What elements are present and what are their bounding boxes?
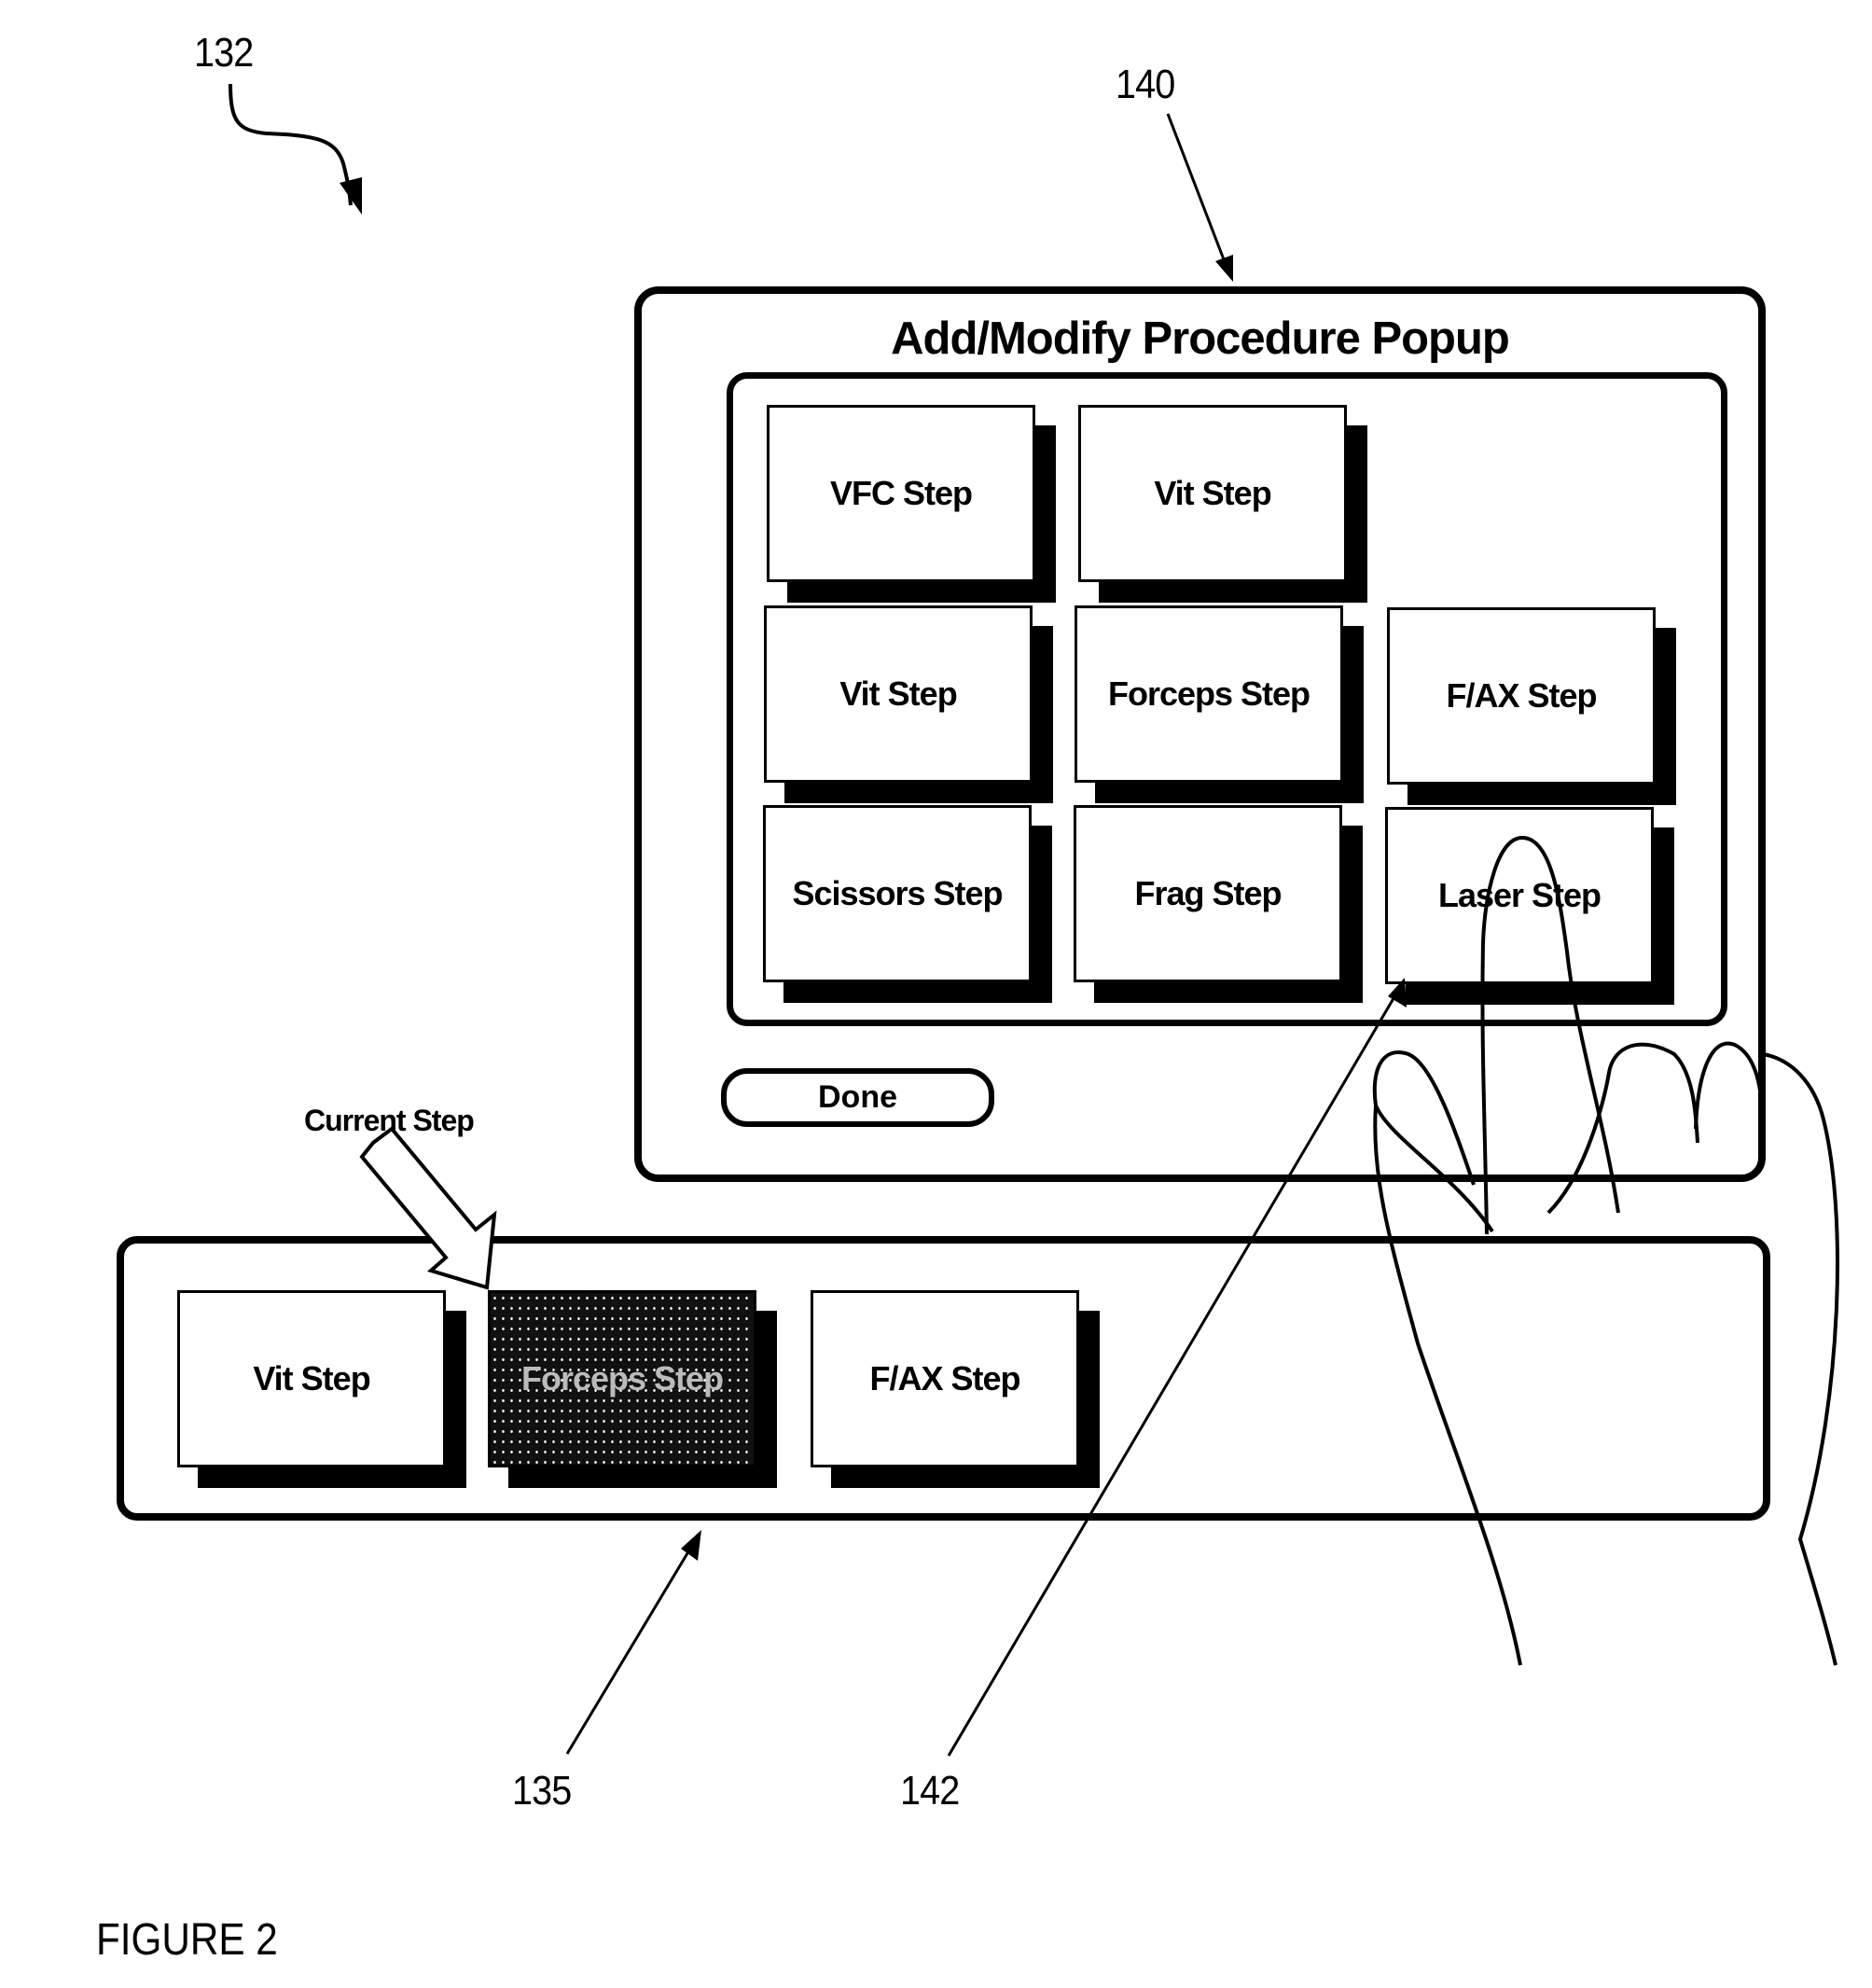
add-modify-procedure-popup: Add/Modify Procedure Popup VFC Step Vit … <box>634 286 1766 1182</box>
step-button-scissors[interactable]: Scissors Step <box>763 805 1032 982</box>
leader-line-135 <box>565 1548 692 1755</box>
strip-step-forceps-current[interactable]: Forceps Step <box>488 1290 756 1467</box>
arrowhead-140 <box>1215 255 1233 282</box>
step-button-vit[interactable]: Vit Step <box>1078 405 1347 582</box>
step-button-grid: VFC Step Vit Step Vit Step Forceps Step … <box>727 372 1727 1026</box>
ref-numeral-132: 132 <box>194 30 254 76</box>
ref-numeral-140: 140 <box>1116 62 1175 107</box>
step-button-vit-2[interactable]: Vit Step <box>764 605 1033 783</box>
ref-numeral-142: 142 <box>900 1768 960 1814</box>
leader-line-140 <box>1166 113 1228 268</box>
ref-numeral-135: 135 <box>512 1768 572 1814</box>
step-button-laser[interactable]: Laser Step <box>1385 807 1654 984</box>
step-button-forceps[interactable]: Forceps Step <box>1075 605 1343 783</box>
strip-step-fax[interactable]: F/AX Step <box>811 1290 1079 1467</box>
step-button-frag[interactable]: Frag Step <box>1074 805 1342 982</box>
arrowhead-135 <box>681 1530 701 1561</box>
arrowhead-132 <box>340 177 362 215</box>
leader-arrow-132 <box>229 83 353 206</box>
figure-label: FIGURE 2 <box>96 1915 278 1965</box>
popup-title: Add/Modify Procedure Popup <box>891 313 1510 364</box>
procedure-step-strip: Vit Step Forceps Step F/AX Step <box>117 1236 1770 1521</box>
current-step-label: Current Step <box>304 1104 475 1137</box>
step-button-fax[interactable]: F/AX Step <box>1387 607 1656 785</box>
strip-step-vit[interactable]: Vit Step <box>177 1290 446 1467</box>
done-button[interactable]: Done <box>721 1068 994 1127</box>
step-button-vfc[interactable]: VFC Step <box>767 405 1035 582</box>
